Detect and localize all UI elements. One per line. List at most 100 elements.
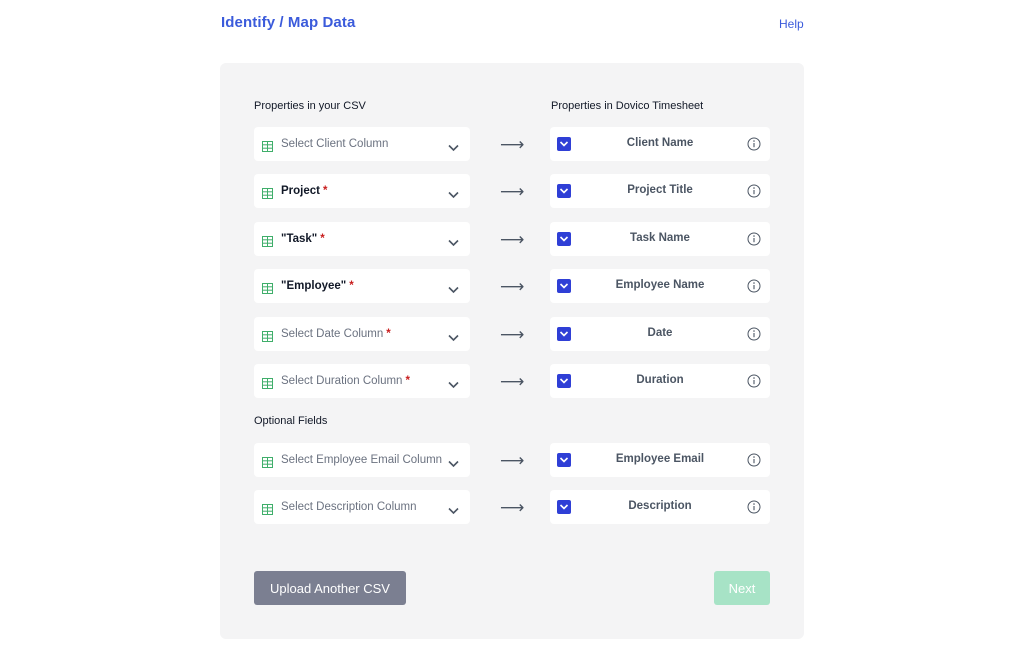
- chevron-down-icon[interactable]: [448, 329, 459, 342]
- target-property-label: Project Title: [627, 184, 693, 196]
- chevron-down-icon[interactable]: [448, 234, 459, 247]
- select-value-text: Select Duration Column: [281, 375, 403, 387]
- right-arrow-icon: ⟶: [500, 498, 525, 517]
- chevron-down-icon[interactable]: [448, 455, 459, 468]
- right-arrow-icon: ⟶: [500, 230, 525, 249]
- info-icon[interactable]: [747, 184, 761, 198]
- required-asterisk: *: [349, 280, 354, 292]
- select-value: Select Date Column *: [281, 328, 391, 340]
- target-property: Task Name: [550, 222, 770, 256]
- checkbox-dropdown-icon[interactable]: [557, 453, 571, 467]
- target-property: Project Title: [550, 174, 770, 208]
- target-property: Description: [550, 490, 770, 524]
- required-asterisk: *: [405, 375, 410, 387]
- info-icon[interactable]: [747, 232, 761, 246]
- mapping-row: Select Description Column ⟶ Description: [220, 490, 804, 524]
- chevron-down-icon[interactable]: [448, 376, 459, 389]
- target-property: Client Name: [550, 127, 770, 161]
- table-icon: [262, 186, 273, 199]
- csv-column-select[interactable]: Select Duration Column *: [254, 364, 470, 398]
- select-value-text: "Employee": [281, 280, 347, 292]
- target-property-label: Date: [647, 327, 673, 339]
- select-value-text: "Task": [281, 233, 318, 245]
- mapping-row: "Employee" * ⟶ Employee Name: [220, 269, 804, 303]
- table-icon: [262, 281, 273, 294]
- info-icon[interactable]: [747, 279, 761, 293]
- chevron-down-icon[interactable]: [448, 281, 459, 294]
- info-icon[interactable]: [747, 500, 761, 514]
- info-icon[interactable]: [747, 374, 761, 388]
- csv-column-select[interactable]: "Employee" *: [254, 269, 470, 303]
- required-asterisk: *: [320, 233, 325, 245]
- csv-column-select[interactable]: Select Employee Email Column: [254, 443, 470, 477]
- chevron-down-icon[interactable]: [448, 502, 459, 515]
- table-icon: [262, 139, 273, 152]
- select-value: "Employee" *: [281, 280, 354, 292]
- upload-another-csv-button[interactable]: Upload Another CSV: [254, 571, 406, 605]
- select-value: Select Client Column: [281, 138, 388, 150]
- target-properties-heading: Properties in Dovico Timesheet: [551, 100, 704, 112]
- target-property: Duration: [550, 364, 770, 398]
- select-value: Select Duration Column *: [281, 375, 410, 387]
- select-value-text: Select Employee Email Column: [281, 454, 443, 466]
- chevron-down-icon[interactable]: [448, 186, 459, 199]
- target-property-label: Description: [628, 500, 692, 512]
- target-property-label: Employee Name: [615, 279, 705, 291]
- select-value: "Task" *: [281, 233, 325, 245]
- mapping-row: Project * ⟶ Project Title: [220, 174, 804, 208]
- optional-fields-heading: Optional Fields: [254, 415, 328, 427]
- select-value: Project *: [281, 185, 327, 197]
- right-arrow-icon: ⟶: [500, 135, 525, 154]
- target-property-label: Task Name: [630, 232, 690, 244]
- info-icon[interactable]: [747, 453, 761, 467]
- table-icon: [262, 502, 273, 515]
- chevron-down-icon[interactable]: [448, 139, 459, 152]
- right-arrow-icon: ⟶: [500, 451, 525, 470]
- mapping-row: "Task" * ⟶ Task Name: [220, 222, 804, 256]
- checkbox-dropdown-icon[interactable]: [557, 374, 571, 388]
- mapping-row: Select Duration Column * ⟶ Duration: [220, 364, 804, 398]
- table-icon: [262, 234, 273, 247]
- target-property: Employee Name: [550, 269, 770, 303]
- target-property-label: Duration: [636, 374, 684, 386]
- select-value-text: Project: [281, 185, 320, 197]
- select-value-text: Select Date Column: [281, 328, 384, 340]
- right-arrow-icon: ⟶: [500, 277, 525, 296]
- next-button[interactable]: Next: [714, 571, 770, 605]
- required-asterisk: *: [386, 328, 391, 340]
- mapping-row: Select Date Column * ⟶ Date: [220, 317, 804, 351]
- checkbox-dropdown-icon[interactable]: [557, 184, 571, 198]
- target-property-label: Client Name: [626, 137, 694, 149]
- table-icon: [262, 455, 273, 468]
- select-value: Select Description Column: [281, 501, 417, 513]
- page-title: Identify / Map Data: [221, 14, 356, 31]
- target-property: Date: [550, 317, 770, 351]
- right-arrow-icon: ⟶: [500, 372, 525, 391]
- select-value-text: Select Description Column: [281, 501, 417, 513]
- target-property: Employee Email: [550, 443, 770, 477]
- csv-column-select[interactable]: Select Description Column: [254, 490, 470, 524]
- select-value-text: Select Client Column: [281, 138, 389, 150]
- target-property-label: Employee Email: [615, 453, 705, 465]
- checkbox-dropdown-icon[interactable]: [557, 137, 571, 151]
- table-icon: [262, 329, 273, 342]
- right-arrow-icon: ⟶: [500, 325, 525, 344]
- required-asterisk: *: [323, 185, 328, 197]
- info-icon[interactable]: [747, 137, 761, 151]
- checkbox-dropdown-icon[interactable]: [557, 327, 571, 341]
- checkbox-dropdown-icon[interactable]: [557, 500, 571, 514]
- checkbox-dropdown-icon[interactable]: [557, 279, 571, 293]
- help-link[interactable]: Help: [779, 17, 804, 31]
- csv-column-select[interactable]: Select Client Column: [254, 127, 470, 161]
- csv-column-select[interactable]: Project *: [254, 174, 470, 208]
- table-icon: [262, 376, 273, 389]
- csv-column-select[interactable]: Select Date Column *: [254, 317, 470, 351]
- csv-column-select[interactable]: "Task" *: [254, 222, 470, 256]
- csv-properties-heading: Properties in your CSV: [254, 100, 366, 112]
- checkbox-dropdown-icon[interactable]: [557, 232, 571, 246]
- mapping-row: Select Employee Email Column ⟶ Employee Em…: [220, 443, 804, 477]
- mapping-row: Select Client Column ⟶ Client Name: [220, 127, 804, 161]
- info-icon[interactable]: [747, 327, 761, 341]
- select-value: Select Employee Email Column: [281, 454, 442, 466]
- mapping-panel: Properties in your CSV Properties in Dov…: [220, 63, 804, 639]
